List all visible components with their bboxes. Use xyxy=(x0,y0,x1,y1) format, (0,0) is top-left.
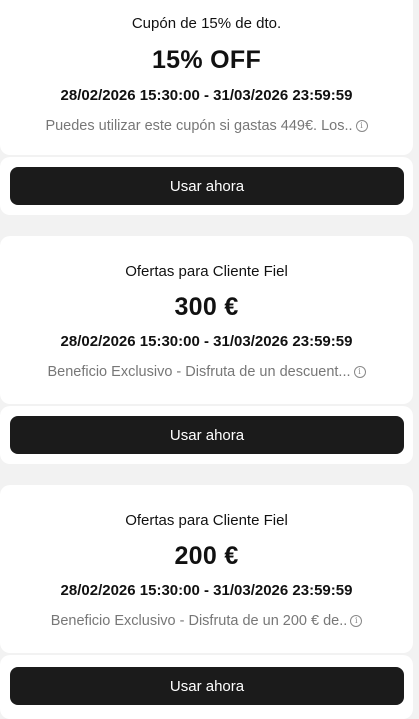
coupon-description-row[interactable]: Beneficio Exclusivo - Disfruta de un des… xyxy=(0,363,413,381)
coupon-description: Beneficio Exclusivo - Disfruta de un 200… xyxy=(50,613,348,629)
coupon-description-row[interactable]: Puedes utilizar este cupón si gastas 449… xyxy=(0,117,413,135)
coupon-value: 300 € xyxy=(174,293,239,321)
coupon-value: 15% OFF xyxy=(151,46,262,74)
coupon-description-row[interactable]: Beneficio Exclusivo - Disfruta de un 200… xyxy=(0,612,413,630)
info-icon[interactable]: i xyxy=(350,615,363,627)
use-now-button[interactable]: Usar ahora xyxy=(10,416,404,454)
coupon-card: Cupón de 15% de dto. 15% OFF 28/02/2026 … xyxy=(0,0,413,215)
coupon-subtitle: Cupón de 15% de dto. xyxy=(131,15,282,32)
coupon-action-area: Usar ahora xyxy=(0,406,413,464)
info-icon[interactable]: i xyxy=(355,120,368,132)
coupon-validity: 28/02/2026 15:30:00 - 31/03/2026 23:59:5… xyxy=(60,333,353,350)
coupon-subtitle: Ofertas para Cliente Fiel xyxy=(125,512,288,529)
coupon-card: Ofertas para Cliente Fiel 200 € 28/02/20… xyxy=(0,485,413,719)
coupon-details: Ofertas para Cliente Fiel 300 € 28/02/20… xyxy=(0,236,413,404)
coupon-value: 200 € xyxy=(174,542,239,570)
coupon-details: Ofertas para Cliente Fiel 200 € 28/02/20… xyxy=(0,485,413,653)
coupon-details: Cupón de 15% de dto. 15% OFF 28/02/2026 … xyxy=(0,0,413,155)
use-now-button[interactable]: Usar ahora xyxy=(10,167,404,205)
use-now-button[interactable]: Usar ahora xyxy=(10,667,404,705)
info-icon[interactable]: i xyxy=(353,366,366,378)
coupon-card: Ofertas para Cliente Fiel 300 € 28/02/20… xyxy=(0,236,413,464)
coupon-validity: 28/02/2026 15:30:00 - 31/03/2026 23:59:5… xyxy=(60,582,353,599)
coupon-validity: 28/02/2026 15:30:00 - 31/03/2026 23:59:5… xyxy=(60,87,353,104)
coupon-list: Cupón de 15% de dto. 15% OFF 28/02/2026 … xyxy=(0,0,419,719)
coupon-description: Puedes utilizar este cupón si gastas 449… xyxy=(45,118,353,134)
coupon-description: Beneficio Exclusivo - Disfruta de un des… xyxy=(47,364,351,380)
coupon-action-area: Usar ahora xyxy=(0,655,413,719)
coupon-action-area: Usar ahora xyxy=(0,157,413,215)
coupon-subtitle: Ofertas para Cliente Fiel xyxy=(125,263,288,280)
